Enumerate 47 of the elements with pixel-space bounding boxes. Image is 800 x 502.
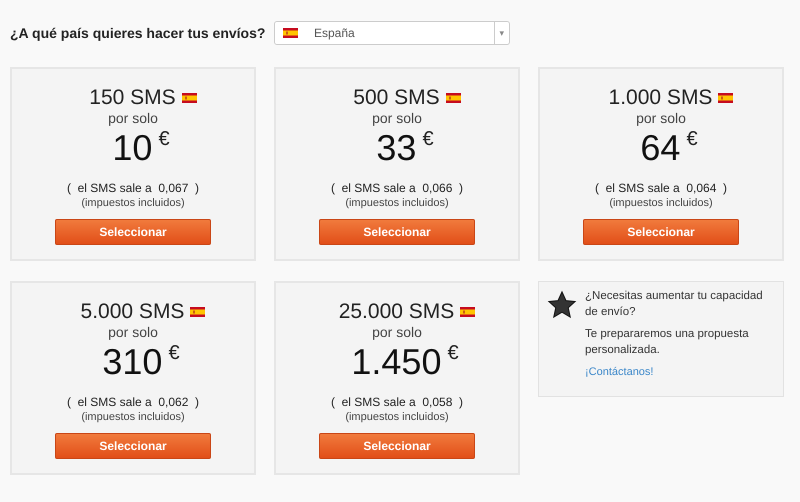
question-label: ¿A qué país quieres hacer tus envíos? [10, 25, 266, 41]
unit-price: ( el SMS sale a 0,066 ) [330, 181, 464, 196]
plan-subtitle: por solo [372, 324, 422, 340]
contact-heading: ¿Necesitas aumentar tu capacidad de envío? [585, 289, 764, 320]
tax-note: (impuestos incluidos) [81, 196, 185, 211]
plan-subtitle: por solo [108, 110, 158, 126]
price: 64 [640, 128, 680, 168]
plan-subtitle: por solo [372, 110, 422, 126]
unit-price: ( el SMS sale a 0,067 ) [66, 181, 200, 196]
currency: € [686, 128, 698, 150]
currency: € [168, 342, 180, 364]
contact-text: Te prepararemos una propuesta personalizada. [585, 327, 750, 358]
flag-icon [446, 93, 461, 103]
plan-title: 5.000 SMS [80, 300, 184, 324]
tax-note: (impuestos incluidos) [609, 196, 713, 211]
tax-note: (impuestos incluidos) [81, 410, 185, 425]
flag-icon [460, 307, 476, 317]
price: 33 [376, 128, 416, 168]
price: 10 [112, 128, 152, 168]
flag-icon [283, 28, 298, 38]
plan-title: 1.000 SMS [608, 86, 712, 110]
country-select[interactable]: España ▾ [274, 21, 510, 45]
select-button[interactable]: Seleccionar [319, 433, 475, 459]
select-button[interactable]: Seleccionar [583, 219, 739, 245]
plan-title: 25.000 SMS [338, 300, 454, 324]
plan-title: 500 SMS [353, 86, 440, 110]
tax-note: (impuestos incluidos) [345, 196, 449, 211]
price: 1.450 [351, 342, 442, 382]
select-button[interactable]: Seleccionar [319, 219, 475, 245]
star-icon [547, 290, 577, 320]
select-button[interactable]: Seleccionar [55, 433, 211, 459]
currency: € [158, 128, 170, 150]
unit-price: ( el SMS sale a 0,058 ) [330, 395, 464, 410]
price: 310 [102, 342, 162, 382]
plan-subtitle: por solo [636, 110, 686, 126]
plan-title: 150 SMS [89, 86, 176, 110]
select-button[interactable]: Seleccionar [55, 219, 211, 245]
currency: € [422, 128, 434, 150]
flag-icon [718, 93, 734, 103]
currency: € [447, 342, 459, 364]
plan-subtitle: por solo [108, 324, 158, 340]
contact-link[interactable]: ¡Contáctanos! [585, 366, 654, 378]
flag-icon [190, 307, 206, 317]
flag-icon [182, 93, 197, 103]
unit-price: ( el SMS sale a 0,064 ) [594, 181, 728, 196]
tax-note: (impuestos incluidos) [345, 410, 449, 425]
unit-price: ( el SMS sale a 0,062 ) [66, 395, 200, 410]
